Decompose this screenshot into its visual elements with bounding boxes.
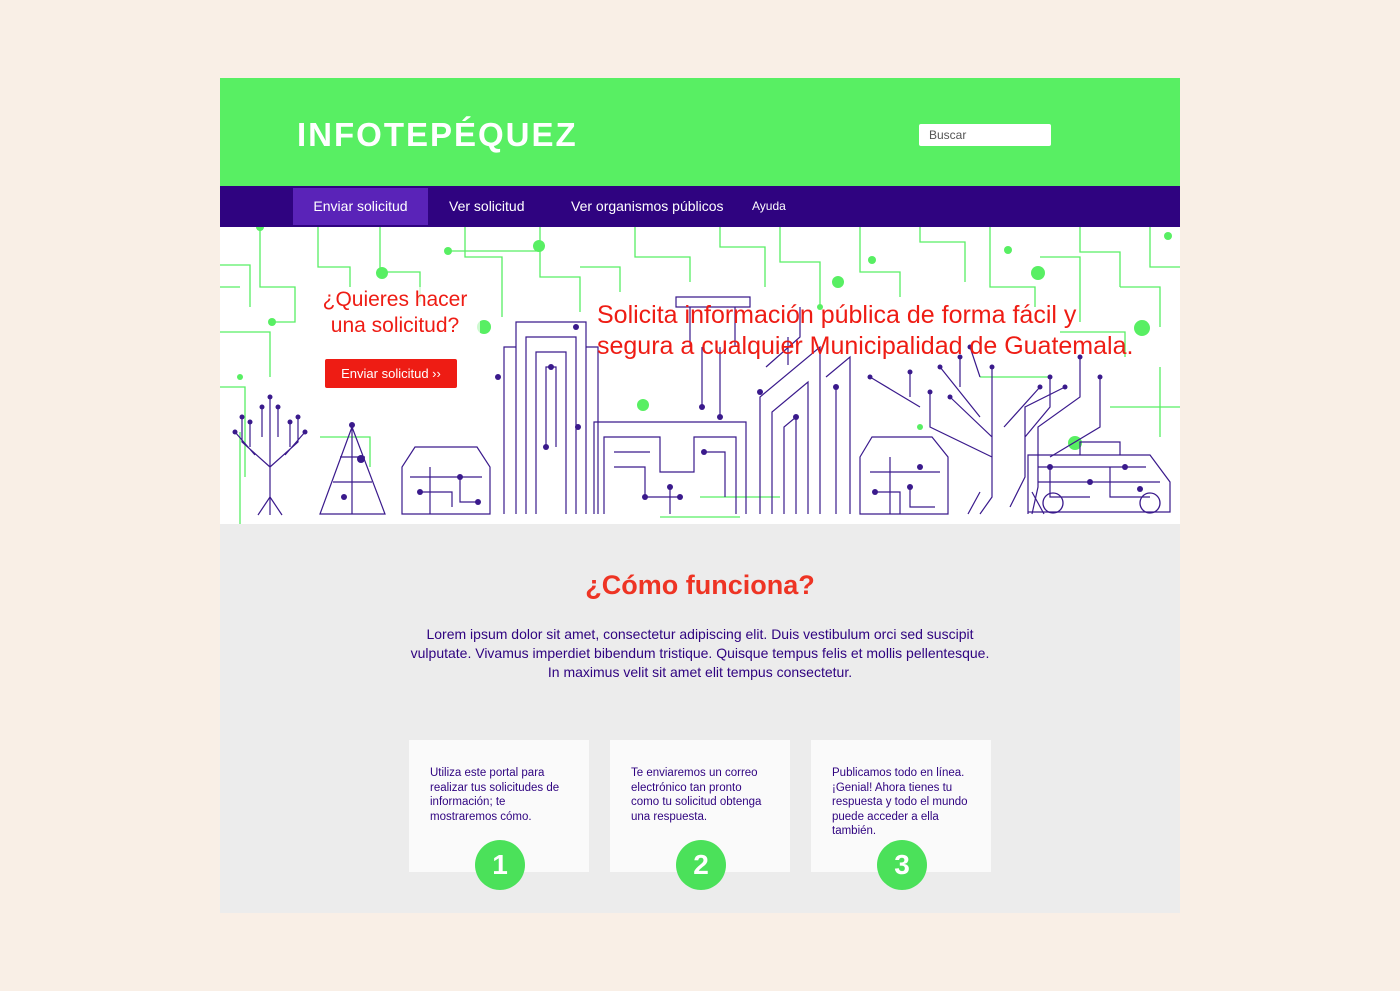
site-frame: INFOTEPÉQUEZ Enviar solicitud Ver solici… bbox=[220, 78, 1180, 913]
how-it-works-section: ¿Cómo funciona? Lorem ipsum dolor sit am… bbox=[220, 524, 1180, 913]
hero-headline: Solicita información pública de forma fá… bbox=[597, 301, 1134, 360]
how-it-works-description: Lorem ipsum dolor sit amet, consectetur … bbox=[410, 626, 990, 680]
nav-item-ver-solicitud[interactable]: Ver solicitud bbox=[449, 188, 524, 225]
step-number-badge: 3 bbox=[877, 840, 927, 890]
step-card-text: Utiliza este portal para realizar tus so… bbox=[430, 767, 560, 823]
hero-send-request-button[interactable]: Enviar solicitud ›› bbox=[325, 359, 457, 388]
nav-item-ayuda[interactable]: Ayuda bbox=[752, 188, 786, 225]
hero-banner: ¿Quieres hacer una solicitud? Enviar sol… bbox=[220, 227, 1180, 524]
step-card-3: Publicamos todo en línea. ¡Genial! Ahora… bbox=[811, 740, 991, 890]
step-card-1: Utiliza este portal para realizar tus so… bbox=[409, 740, 589, 890]
main-nav: Enviar solicitud Ver solicitud Ver organ… bbox=[220, 186, 1180, 227]
hero-question: ¿Quieres hacer una solicitud? bbox=[310, 287, 480, 339]
step-card-text: Te enviaremos un correo electrónico tan … bbox=[631, 767, 762, 823]
nav-item-enviar-solicitud[interactable]: Enviar solicitud bbox=[293, 188, 428, 225]
step-card-2: Te enviaremos un correo electrónico tan … bbox=[610, 740, 790, 890]
nav-item-ver-organismos[interactable]: Ver organismos públicos bbox=[571, 188, 724, 225]
header-bar: INFOTEPÉQUEZ bbox=[220, 78, 1180, 186]
how-it-works-title: ¿Cómo funciona? bbox=[585, 570, 815, 600]
search-input[interactable] bbox=[919, 124, 1051, 146]
step-number-badge: 1 bbox=[475, 840, 525, 890]
step-number-badge: 2 bbox=[676, 840, 726, 890]
step-card-text: Publicamos todo en línea. ¡Genial! Ahora… bbox=[832, 767, 968, 837]
site-logo[interactable]: INFOTEPÉQUEZ bbox=[297, 116, 578, 154]
